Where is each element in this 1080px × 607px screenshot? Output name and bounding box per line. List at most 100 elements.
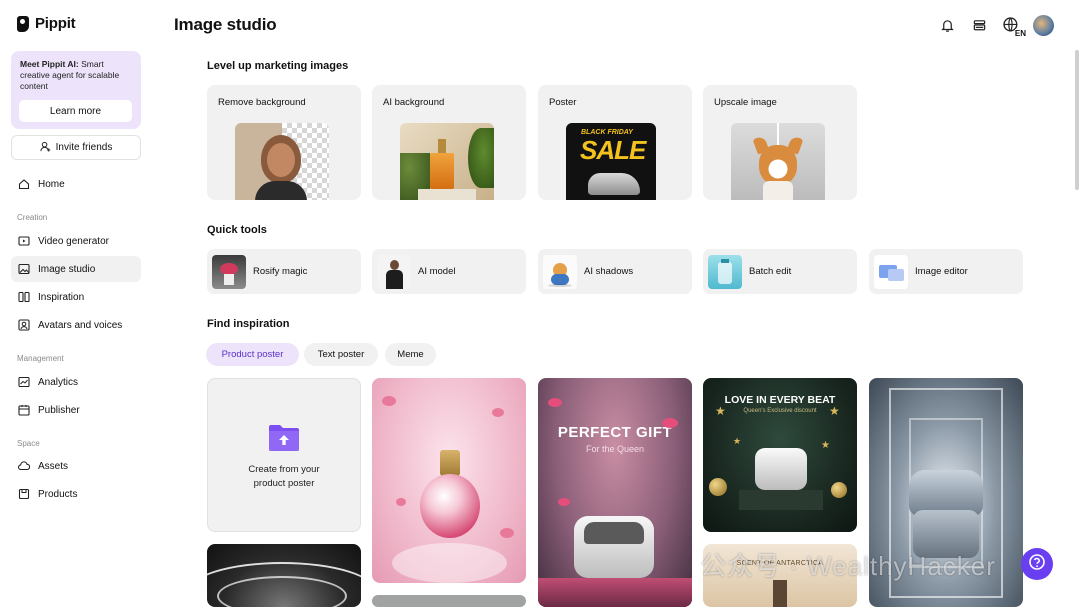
stack-icon[interactable]: [969, 14, 989, 36]
poster-card[interactable]: Poster BLACK FRIDAY SALE: [538, 85, 692, 200]
image-icon: [18, 263, 30, 275]
image-editor-thumbnail: [874, 254, 908, 289]
ai-shadows-thumbnail: [543, 254, 577, 289]
nav-home[interactable]: Home: [11, 171, 141, 197]
nav-video-generator[interactable]: Video generator: [11, 228, 141, 254]
create-card-line2: product poster: [253, 478, 315, 489]
bell-icon[interactable]: [937, 14, 957, 36]
star-icon: ★: [829, 404, 840, 418]
avatar-icon: [18, 319, 30, 331]
tab-text-poster[interactable]: Text poster: [304, 343, 378, 366]
nav-home-label: Home: [38, 178, 65, 190]
sidebar: Pippit Meet Pippit AI: Smart creative ag…: [0, 0, 152, 607]
poster-preview: BLACK FRIDAY SALE: [566, 123, 656, 200]
globe-language-icon[interactable]: EN: [1001, 14, 1026, 38]
section-quick-tools-title: Quick tools: [207, 224, 267, 236]
create-card-text: Create from your product poster: [208, 463, 360, 491]
watermark-text: 公众号 · WealthyHacker: [700, 551, 996, 581]
learn-more-button[interactable]: Learn more: [19, 100, 132, 122]
remove-background-label: Remove background: [218, 97, 306, 108]
promo-title: Meet Pippit AI:: [20, 59, 79, 69]
video-icon: [18, 235, 30, 247]
upscale-image-label: Upscale image: [714, 97, 777, 108]
home-icon: [18, 178, 30, 190]
poster-thumbnail-perfect-gift[interactable]: PERFECT GIFT For the Queen: [538, 378, 692, 607]
user-avatar[interactable]: [1033, 14, 1054, 36]
brand-logo[interactable]: Pippit: [17, 15, 76, 32]
tool-rosify-magic[interactable]: Rosify magic: [207, 249, 361, 294]
nav-assets-label: Assets: [38, 460, 69, 472]
nav-assets[interactable]: Assets: [11, 453, 141, 479]
remove-background-preview: [235, 123, 329, 200]
language-badge: EN: [1014, 29, 1026, 38]
scrollbar[interactable]: [1075, 50, 1079, 190]
poster-thumbnail-love-every-beat[interactable]: LOVE IN EVERY BEAT Queen's Exclusive dis…: [703, 378, 857, 532]
nav-section-management: Management: [17, 354, 64, 363]
tab-product-poster[interactable]: Product poster: [206, 343, 299, 366]
page-title: Image studio: [174, 15, 277, 34]
nav-avatars-voices[interactable]: Avatars and voices: [11, 312, 141, 338]
brand-name: Pippit: [35, 15, 76, 32]
remove-background-card[interactable]: Remove background: [207, 85, 361, 200]
nav-image-studio-label: Image studio: [38, 263, 96, 275]
nav-image-studio[interactable]: Image studio: [11, 256, 141, 282]
batch-edit-label: Batch edit: [749, 266, 792, 277]
poster-thumbnail-dark-rings[interactable]: [207, 544, 361, 607]
poster-thumbnail-gray[interactable]: [372, 595, 526, 607]
nav-avatars-voices-label: Avatars and voices: [38, 319, 123, 331]
create-product-poster-card[interactable]: Create from your product poster: [207, 378, 361, 532]
invite-friends-label: Invite friends: [55, 142, 113, 153]
perfect-gift-sub: For the Queen: [585, 444, 645, 454]
nav-video-generator-label: Video generator: [38, 235, 109, 247]
nav-products-label: Products: [38, 488, 78, 500]
nav-publisher[interactable]: Publisher: [11, 397, 141, 423]
inspiration-icon: [18, 291, 30, 303]
ai-shadows-label: AI shadows: [584, 266, 634, 277]
nav-inspiration-label: Inspiration: [38, 291, 85, 303]
poster-preview-sale-text: SALE: [580, 135, 646, 165]
folder-upload-icon: [269, 425, 299, 451]
nav-products[interactable]: Products: [11, 481, 141, 507]
tool-image-editor[interactable]: Image editor: [869, 249, 1023, 294]
help-chat-button[interactable]: [1021, 548, 1053, 580]
cloud-icon: [18, 460, 30, 472]
image-editor-label: Image editor: [915, 266, 968, 277]
nav-analytics-label: Analytics: [38, 376, 79, 388]
ai-background-label: AI background: [383, 97, 445, 108]
calendar-icon: [18, 404, 30, 416]
upscale-image-card[interactable]: Upscale image: [703, 85, 857, 200]
nav-section-space: Space: [17, 439, 40, 448]
tool-batch-edit[interactable]: Batch edit: [703, 249, 857, 294]
nav-inspiration[interactable]: Inspiration: [11, 284, 141, 310]
invite-friends-button[interactable]: Invite friends: [11, 135, 141, 160]
section-find-inspiration-title: Find inspiration: [207, 318, 290, 330]
add-user-icon: [40, 141, 51, 155]
top-toolbar: EN: [937, 14, 1054, 38]
promo-card: Meet Pippit AI: Smart creative agent for…: [11, 51, 141, 129]
product-icon: [18, 488, 30, 500]
app-root: Pippit Meet Pippit AI: Smart creative ag…: [0, 0, 1080, 607]
create-card-line1: Create from your: [248, 464, 320, 475]
batch-edit-thumbnail: [708, 254, 742, 289]
star-icon: ★: [733, 436, 742, 446]
ai-model-thumbnail: [377, 254, 411, 289]
upscale-image-preview: [731, 123, 825, 200]
promo-text: Meet Pippit AI: Smart creative agent for…: [20, 59, 132, 92]
tool-ai-model[interactable]: AI model: [372, 249, 526, 294]
nav-analytics[interactable]: Analytics: [11, 369, 141, 395]
poster-thumbnail-pink-perfume[interactable]: [372, 378, 526, 583]
nav-publisher-label: Publisher: [38, 404, 80, 416]
ai-model-label: AI model: [418, 266, 456, 277]
tool-ai-shadows[interactable]: AI shadows: [538, 249, 692, 294]
star-icon: ★: [821, 440, 830, 451]
main-content: Image studio EN Level up marketing image…: [152, 0, 1080, 607]
help-icon: [1028, 553, 1046, 576]
analytics-icon: [18, 376, 30, 388]
ai-background-card[interactable]: AI background: [372, 85, 526, 200]
star-icon: ★: [715, 404, 726, 418]
nav-section-creation: Creation: [17, 213, 48, 222]
rosify-magic-thumbnail: [212, 254, 246, 289]
tab-meme[interactable]: Meme: [385, 343, 436, 366]
rosify-magic-label: Rosify magic: [253, 266, 308, 277]
pippit-logo-icon: [17, 15, 29, 32]
